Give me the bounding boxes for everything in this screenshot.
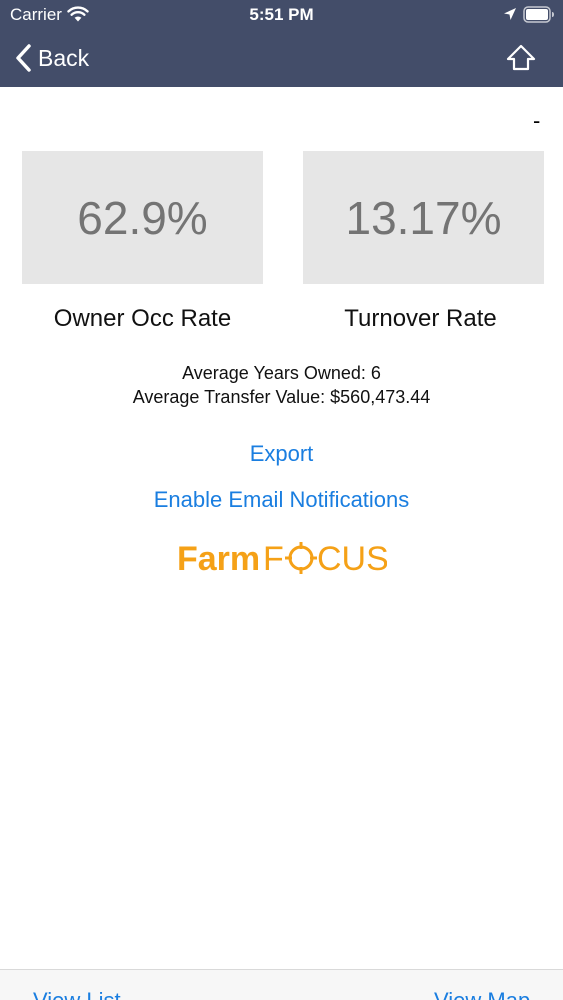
back-label: Back	[38, 44, 90, 71]
owner-occ-rate-value: 62.9%	[22, 151, 263, 284]
logo-f-text: F	[263, 540, 284, 578]
farm-focus-logo: Farm F CUS	[177, 540, 387, 578]
logo-cus-text: CUS	[317, 540, 387, 578]
location-icon	[504, 8, 516, 20]
turnover-rate-value: 13.17%	[303, 151, 544, 284]
export-link[interactable]: Export	[0, 441, 563, 467]
bottom-toolbar: View List View Map	[0, 969, 563, 1000]
screen: Carrier 5:51 PM Back - 62.9% 13.17% Owne…	[0, 0, 563, 1000]
header-dash: -	[533, 108, 541, 133]
home-icon[interactable]	[505, 42, 537, 74]
average-transfer-value: Average Transfer Value: $560,473.44	[132, 387, 431, 407]
chevron-left-icon	[16, 44, 31, 72]
status-bar: Carrier 5:51 PM	[0, 0, 563, 30]
back-button[interactable]: Back	[14, 40, 89, 76]
enable-email-notifications-link[interactable]: Enable Email Notifications	[0, 487, 563, 513]
view-list-button[interactable]: View List	[33, 988, 121, 1000]
owner-occ-rate-label: Owner Occ Rate	[53, 305, 232, 332]
view-map-button[interactable]: View Map	[434, 988, 530, 1000]
crosshair-icon	[285, 542, 317, 574]
logo-farm-text: Farm	[177, 540, 260, 578]
average-years-owned: Average Years Owned: 6	[182, 363, 381, 383]
battery-icon	[523, 6, 554, 23]
nav-bar: Back	[0, 30, 563, 87]
clock: 5:51 PM	[249, 5, 314, 24]
top-bar: Carrier 5:51 PM Back	[0, 0, 563, 87]
turnover-rate-label: Turnover Rate	[344, 305, 497, 332]
